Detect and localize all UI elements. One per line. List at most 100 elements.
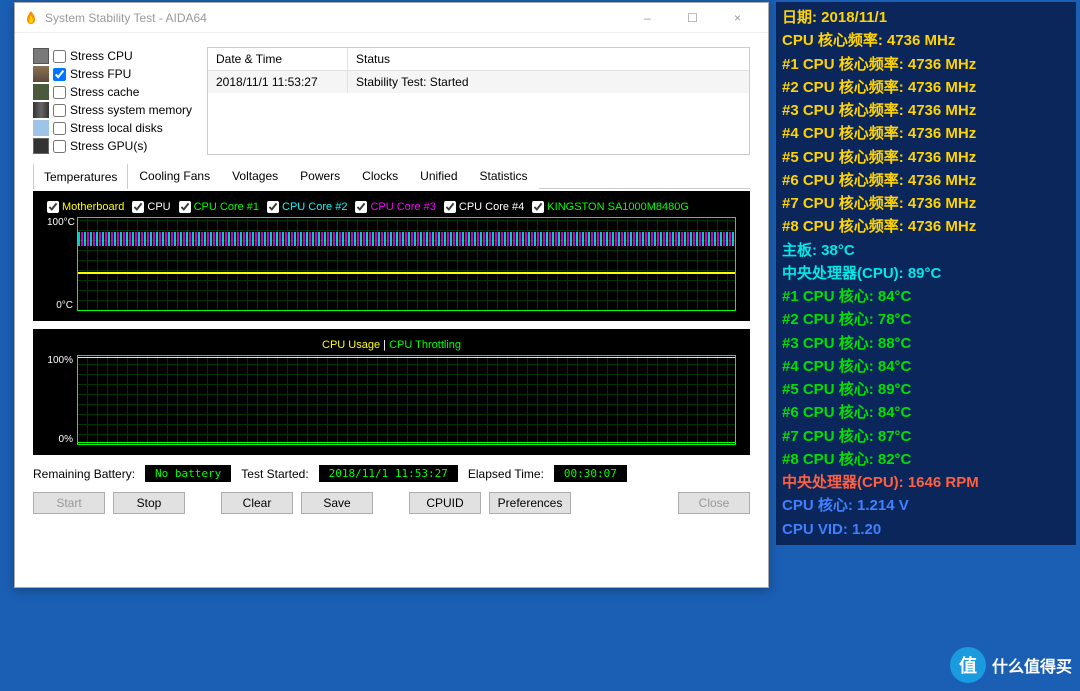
tab-powers[interactable]: Powers [289,163,351,189]
legend-c1-checkbox[interactable] [179,201,191,213]
usage-graph-panel: CPU Usage | CPU Throttling 100% 0% 100% … [33,329,750,455]
stress-disk-label: Stress local disks [70,121,163,135]
stop-button[interactable]: Stop [113,492,185,514]
log-header-datetime[interactable]: Date & Time [208,48,348,70]
save-button[interactable]: Save [301,492,373,514]
throttle-line [78,442,735,443]
titlebar[interactable]: System Stability Test - AIDA64 – ☐ × [15,3,768,33]
osd-t5: #5 CPU 核心: 89°C [782,378,1070,401]
legend-c4-checkbox[interactable] [444,201,456,213]
legend-c4: CPU Core #4 [459,201,524,213]
stress-cache-label: Stress cache [70,85,139,99]
window-title: System Stability Test - AIDA64 [45,11,625,25]
log-header-status[interactable]: Status [348,48,749,70]
legend-ssd-checkbox[interactable] [532,201,544,213]
stress-gpu-label: Stress GPU(s) [70,139,147,153]
stress-cache-checkbox[interactable] [53,86,66,99]
throttling-label: CPU Throttling [389,339,461,351]
osd-vcore: CPU 核心: 1.214 V [782,494,1070,517]
cpuid-button[interactable]: CPUID [409,492,481,514]
log-row[interactable]: 2018/11/1 11:53:27 Stability Test: Start… [208,71,749,93]
osd-vid: CPU VID: 1.20 [782,518,1070,541]
osd-t6: #6 CPU 核心: 84°C [782,401,1070,424]
battery-value: No battery [145,465,231,482]
stress-fpu-label: Stress FPU [70,67,131,81]
fpu-icon [33,66,49,82]
stress-mem-checkbox[interactable] [53,104,66,117]
maximize-button[interactable]: ☐ [670,4,715,32]
legend-cpu: CPU [147,201,170,213]
tab-temperatures[interactable]: Temperatures [33,163,128,189]
legend-cpu-checkbox[interactable] [132,201,144,213]
stress-options: Stress CPU Stress FPU Stress cache Stres… [33,47,195,155]
osd-t8: #8 CPU 核心: 82°C [782,448,1070,471]
watermark-badge: 值 [950,647,986,683]
tab-statistics[interactable]: Statistics [469,163,539,189]
stress-cpu-checkbox[interactable] [53,50,66,63]
osd-rpm: 中央处理器(CPU): 1646 RPM [782,471,1070,494]
button-row: Start Stop Clear Save CPUID Preferences … [33,492,750,514]
tab-cooling[interactable]: Cooling Fans [128,163,221,189]
osd-c6: #6 CPU 核心频率: 4736 MHz [782,169,1070,192]
osd-c8: #8 CPU 核心频率: 4736 MHz [782,215,1070,238]
osd-date: 日期: 2018/11/1 [782,6,1070,29]
temp-y-bot: 0°C [47,300,77,311]
start-button[interactable]: Start [33,492,105,514]
stress-gpu-checkbox[interactable] [53,140,66,153]
osd-mbtemp: 主板: 38°C [782,239,1070,262]
minimize-button[interactable]: – [625,4,670,32]
flame-icon [23,10,39,26]
watermark-text: 什么值得买 [992,653,1072,677]
started-label: Test Started: [241,467,308,481]
osd-c3: #3 CPU 核心频率: 4736 MHz [782,99,1070,122]
clear-button[interactable]: Clear [221,492,293,514]
log-status: Stability Test: Started [348,71,749,93]
temperature-graph: 89 78 49 38 [77,217,736,311]
stress-mem-label: Stress system memory [70,103,192,117]
usage-sep: | [383,339,386,351]
tab-bar: Temperatures Cooling Fans Voltages Power… [33,163,750,189]
temp-graph-container: 100°C 0°C 89 78 49 38 [47,217,736,311]
temp-traces [78,232,735,246]
log-datetime: 2018/11/1 11:53:27 [208,71,348,93]
legend-mb-checkbox[interactable] [47,201,59,213]
memory-icon [33,102,49,118]
cpu-icon [33,48,49,64]
osd-t7: #7 CPU 核心: 87°C [782,425,1070,448]
osd-c1: #1 CPU 核心频率: 4736 MHz [782,53,1070,76]
tab-unified[interactable]: Unified [409,163,468,189]
temperature-graph-panel: Motherboard CPU CPU Core #1 CPU Core #2 … [33,191,750,321]
close-window-button[interactable]: × [715,4,760,32]
osd-overlay: 日期: 2018/11/1 CPU 核心频率: 4736 MHz #1 CPU … [776,2,1076,545]
usage-line [78,357,735,358]
close-button[interactable]: Close [678,492,750,514]
status-row: Remaining Battery: No battery Test Start… [33,465,750,482]
disk-icon [33,120,49,136]
tab-voltages[interactable]: Voltages [221,163,289,189]
stress-disk-checkbox[interactable] [53,122,66,135]
legend-c3: CPU Core #3 [370,201,435,213]
window-controls: – ☐ × [625,4,760,32]
usage-y-top: 100% [47,355,77,366]
battery-label: Remaining Battery: [33,467,135,481]
legend-c3-checkbox[interactable] [355,201,367,213]
stress-fpu-checkbox[interactable] [53,68,66,81]
osd-c4: #4 CPU 核心频率: 4736 MHz [782,122,1070,145]
started-value: 2018/11/1 11:53:27 [319,465,458,482]
tab-clocks[interactable]: Clocks [351,163,409,189]
stress-cpu-label: Stress CPU [70,49,133,63]
usage-y-bot: 0% [47,434,77,445]
legend-mb: Motherboard [62,201,124,213]
osd-t3: #3 CPU 核心: 88°C [782,332,1070,355]
preferences-button[interactable]: Preferences [489,492,571,514]
osd-c2: #2 CPU 核心频率: 4736 MHz [782,76,1070,99]
legend-c1: CPU Core #1 [194,201,259,213]
legend-ssd: KINGSTON SA1000M8480G [547,201,689,213]
mb-temp-line [78,272,735,274]
osd-t4: #4 CPU 核心: 84°C [782,355,1070,378]
usage-label: CPU Usage [322,339,380,351]
legend-c2-checkbox[interactable] [267,201,279,213]
elapsed-value: 00:30:07 [554,465,627,482]
osd-t2: #2 CPU 核心: 78°C [782,308,1070,331]
aida64-window: System Stability Test - AIDA64 – ☐ × Str… [14,2,769,588]
